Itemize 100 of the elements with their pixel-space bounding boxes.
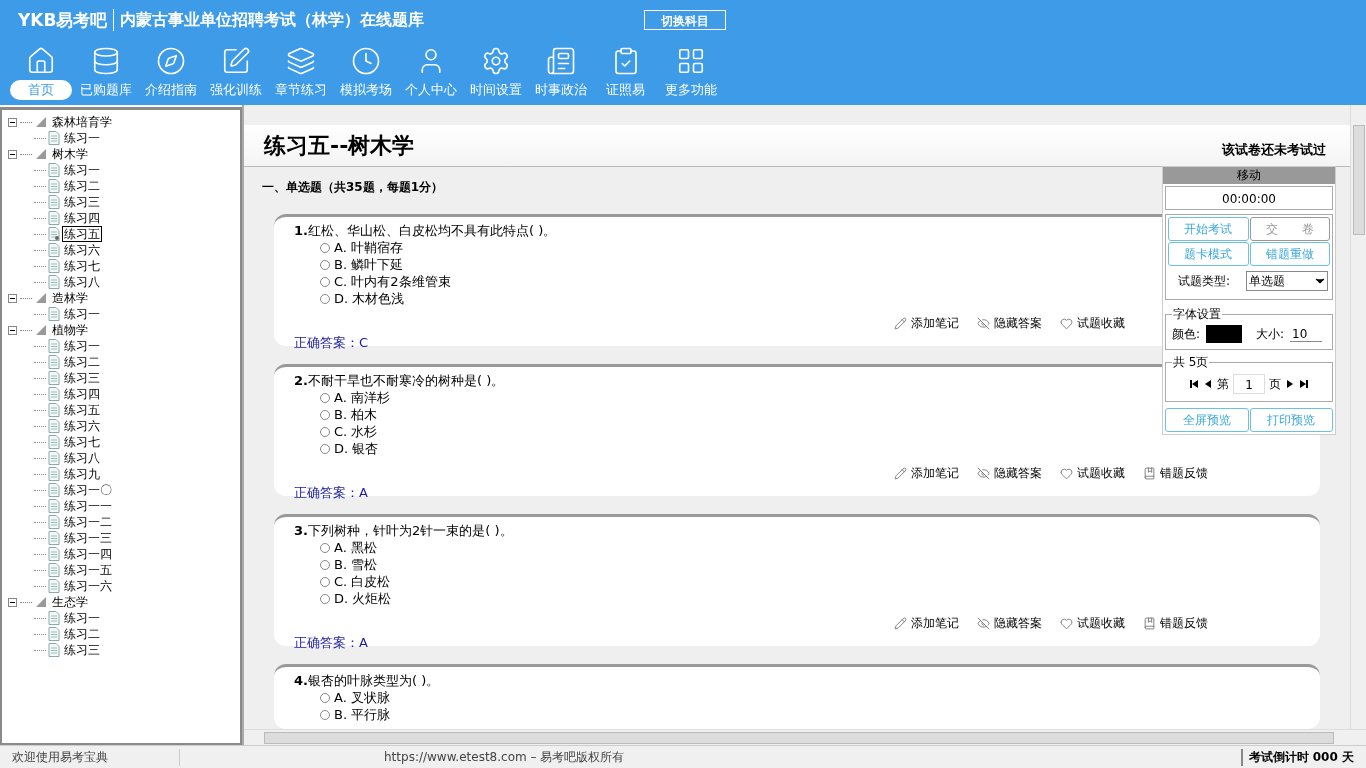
action-link[interactable]: 隐藏答案: [977, 465, 1042, 482]
tree-item[interactable]: 练习六: [62, 418, 102, 434]
tree-item[interactable]: 练习五: [62, 402, 102, 418]
tree-item[interactable]: 练习一〇: [62, 482, 114, 498]
tree-item[interactable]: 练习一二: [62, 514, 114, 530]
document-icon[interactable]: [545, 46, 576, 76]
tree-item[interactable]: 练习一六: [62, 578, 114, 594]
last-page-icon[interactable]: [1299, 379, 1309, 389]
tree-item[interactable]: 练习八: [62, 274, 102, 290]
size-field[interactable]: 10: [1290, 326, 1323, 342]
color-swatch[interactable]: [1206, 325, 1243, 343]
document-pin-icon: [48, 227, 60, 241]
size-label: 大小:: [1256, 325, 1285, 343]
clock-icon[interactable]: [350, 46, 381, 76]
triangle-icon: [35, 324, 47, 336]
book-icon: [1143, 617, 1156, 630]
type-select[interactable]: 单选题: [1246, 271, 1328, 291]
tree-item[interactable]: 练习七: [62, 258, 102, 274]
document-icon: [48, 611, 60, 625]
action-link[interactable]: 试题收藏: [1060, 615, 1125, 632]
document-icon: [48, 259, 60, 273]
action-link[interactable]: 添加笔记: [894, 315, 959, 332]
page-field[interactable]: 1: [1233, 374, 1265, 394]
tree-node[interactable]: 森林培育学: [50, 114, 114, 130]
horizontal-scrollbar[interactable]: [244, 729, 1366, 745]
tree-node[interactable]: 造林学: [50, 290, 90, 306]
tree-node[interactable]: 植物学: [50, 322, 90, 338]
tree-item[interactable]: 练习四: [62, 210, 102, 226]
action-link[interactable]: 错题反馈: [1143, 465, 1208, 482]
document-icon: [48, 643, 60, 657]
option-text: A. 叉状脉: [334, 688, 390, 707]
option-text: D. 银杏: [334, 439, 379, 458]
tree-item[interactable]: 练习一: [62, 162, 102, 178]
move-handle[interactable]: 移动: [1163, 167, 1335, 184]
heart-icon: [1060, 467, 1073, 480]
correct-answer: 正确答案：A: [294, 484, 368, 502]
tree-item[interactable]: 练习七: [62, 434, 102, 450]
tree-item[interactable]: 练习三: [62, 642, 102, 658]
tree-item[interactable]: 练习一: [62, 338, 102, 354]
tree-item[interactable]: 练习一: [62, 130, 102, 146]
tree-item[interactable]: 练习六: [62, 242, 102, 258]
document-icon: [48, 403, 60, 417]
tree-item[interactable]: 练习一三: [62, 530, 114, 546]
tree-node[interactable]: 生态学: [50, 594, 90, 610]
tree-item[interactable]: 练习五: [62, 226, 102, 242]
tree-item[interactable]: 练习三: [62, 194, 102, 210]
action-link[interactable]: 试题收藏: [1060, 465, 1125, 482]
collapse-toggle[interactable]: [8, 293, 17, 303]
compass-icon[interactable]: [155, 46, 186, 76]
tree-item[interactable]: 练习三: [62, 370, 102, 386]
heart-icon: [1060, 617, 1073, 630]
layers-icon[interactable]: [285, 46, 316, 76]
document-icon: [48, 451, 60, 465]
document-icon: [48, 435, 60, 449]
tree-item[interactable]: 练习四: [62, 386, 102, 402]
tree-item[interactable]: 练习一: [62, 610, 102, 626]
document-icon: [48, 211, 60, 225]
document-icon: [48, 627, 60, 641]
action-link[interactable]: 试题收藏: [1060, 315, 1125, 332]
question-text: 3.下列树种，针叶为2针一束的是( )。: [294, 523, 513, 539]
tree-item[interactable]: 练习一五: [62, 562, 114, 578]
triangle-icon: [35, 292, 47, 304]
tree-item[interactable]: 练习八: [62, 450, 102, 466]
collapse-toggle[interactable]: [8, 597, 17, 607]
action-link[interactable]: 错题反馈: [1143, 615, 1208, 632]
action-link[interactable]: 隐藏答案: [977, 615, 1042, 632]
document-icon: [48, 275, 60, 289]
collapse-toggle[interactable]: [8, 117, 17, 127]
app-title: 内蒙古事业单位招聘考试（林学）在线题库: [120, 9, 425, 31]
next-page-icon[interactable]: [1285, 379, 1295, 389]
tree-item[interactable]: 练习二: [62, 178, 102, 194]
triangle-icon: [35, 116, 47, 128]
first-page-icon[interactable]: [1189, 379, 1199, 389]
pencil-icon: [894, 617, 907, 630]
collapse-toggle[interactable]: [8, 325, 17, 335]
action-link[interactable]: 隐藏答案: [977, 315, 1042, 332]
color-label: 颜色:: [1172, 325, 1201, 343]
type-label: 试题类型:: [1178, 272, 1231, 290]
tree-item[interactable]: 练习九: [62, 466, 102, 482]
tree-item[interactable]: 练习一四: [62, 546, 114, 562]
tree-item[interactable]: 练习二: [62, 354, 102, 370]
pencil-icon: [894, 467, 907, 480]
tree-item[interactable]: 练习一: [62, 306, 102, 322]
group-legend: 共 5页: [1172, 354, 1210, 371]
vertical-scrollbar[interactable]: [1350, 105, 1366, 729]
action-link[interactable]: 添加笔记: [894, 465, 959, 482]
exam-status: 该试卷还未考试过: [1222, 141, 1326, 159]
tree-node[interactable]: 树木学: [50, 146, 90, 162]
tree-item[interactable]: 练习二: [62, 626, 102, 642]
page-suffix: 页: [1269, 375, 1281, 393]
option-text: A. 黑松: [334, 538, 377, 557]
option-text: C. 叶内有2条维管束: [334, 272, 451, 291]
document-icon: [48, 531, 60, 545]
collapse-toggle[interactable]: [8, 149, 17, 159]
correct-answer: 正确答案：C: [294, 334, 369, 352]
document-icon: [48, 195, 60, 209]
exam-title: 练习五--树木学: [264, 131, 415, 160]
action-link[interactable]: 添加笔记: [894, 615, 959, 632]
previous-page-icon[interactable]: [1203, 379, 1213, 389]
tree-item[interactable]: 练习一一: [62, 498, 114, 514]
